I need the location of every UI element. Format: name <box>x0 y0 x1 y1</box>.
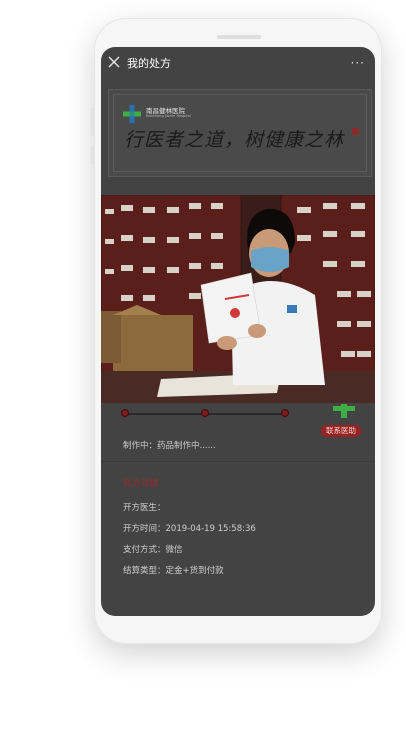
progress-step-2 <box>201 409 209 417</box>
prescription-details-title: 处方详情 <box>123 479 160 489</box>
power-button <box>91 146 94 164</box>
payment-value: 微信 <box>165 545 183 555</box>
volume-button <box>91 108 94 136</box>
settlement-value: 定金+货到付款 <box>165 566 224 576</box>
close-icon[interactable] <box>108 56 120 68</box>
hospital-name-en: Nanchang Jianlin Hospital <box>146 114 191 118</box>
time-row: 开方时间：2019-04-19 15:58:36 <box>123 522 256 534</box>
progress-step-1 <box>121 409 129 417</box>
top-bar: 我的处方 ··· <box>101 47 375 83</box>
contact-assistant-button[interactable]: 联系医助 <box>321 425 361 437</box>
settlement-row: 结算类型：定金+货到付款 <box>123 564 224 576</box>
page-title: 我的处方 <box>127 57 171 70</box>
payment-label: 支付方式： <box>123 545 166 555</box>
payment-row: 支付方式：微信 <box>123 543 183 555</box>
time-value: 2019-04-19 15:58:36 <box>165 524 256 534</box>
hospital-logo-icon <box>123 105 141 123</box>
section-divider <box>101 461 375 462</box>
banner-border: 南昌健林医院 Nanchang Jianlin Hospital 行医者之道，树… <box>113 94 367 172</box>
progress-tracker: 联系医助 <box>101 403 375 443</box>
speaker-grille <box>217 35 261 39</box>
pharmacy-photo <box>101 195 375 403</box>
production-status: 制作中：药品制作中...... <box>123 441 216 451</box>
hospital-banner: 南昌健林医院 Nanchang Jianlin Hospital 行医者之道，树… <box>108 89 372 177</box>
brand-cross-icon <box>333 404 355 418</box>
doctor-row: 开方医生： <box>123 501 166 513</box>
app-screen: 我的处方 ··· 南昌健林医院 Nanchang Jianlin Hospita… <box>101 47 375 616</box>
doctor-label: 开方医生： <box>123 503 166 513</box>
time-label: 开方时间： <box>123 524 166 534</box>
more-options-icon[interactable]: ··· <box>351 56 365 70</box>
settlement-label: 结算类型： <box>123 566 166 576</box>
progress-step-3 <box>281 409 289 417</box>
seal-stamp <box>352 128 359 135</box>
hospital-slogan: 行医者之道，树健康之林 <box>124 129 345 151</box>
